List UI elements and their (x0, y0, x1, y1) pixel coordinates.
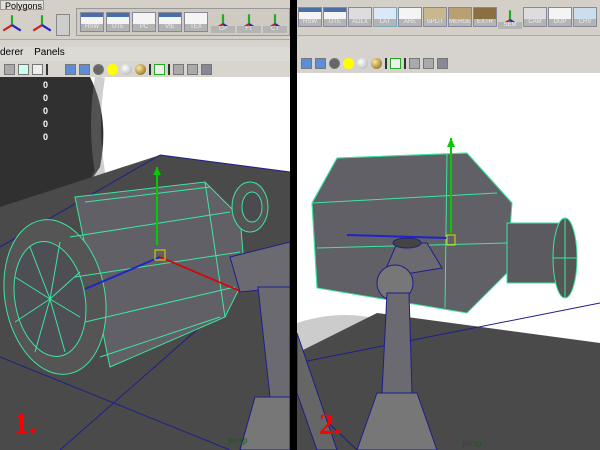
shelf-button-label: CP (211, 26, 235, 33)
shelf-button-label: CAM (524, 19, 546, 26)
wireframe-on-shaded-icon[interactable] (315, 57, 326, 69)
shelf-tab-polygons[interactable]: Polygons (0, 0, 44, 11)
blank-icon (51, 64, 62, 75)
shelf-button-label: SEM (498, 22, 522, 29)
separator (149, 63, 151, 75)
shelf-button-ute[interactable]: UTE (106, 12, 130, 32)
viewport-panel-1: Polygons HSW UTE PC VIE TEX CP FT CT der… (0, 0, 290, 450)
shelf-button-split[interactable]: SPLIT (423, 7, 447, 27)
material-icon[interactable] (371, 57, 382, 69)
texture-icon[interactable] (93, 63, 104, 75)
shelf-button-label: MERGE (449, 19, 471, 26)
viewport-3d-2[interactable]: 2. persp (297, 73, 600, 450)
separator (385, 57, 387, 69)
shelf-button-label: CT (263, 26, 287, 33)
light-icon[interactable] (343, 57, 354, 69)
shelf-button-adlx[interactable]: ADLX (348, 7, 372, 27)
shelf-button-cam[interactable]: CAM (523, 7, 547, 27)
channel-value: 0 (43, 80, 49, 90)
channel-value: 0 (43, 106, 49, 116)
camera-label: persp (462, 438, 482, 448)
shelf-button-label: UTE (324, 19, 346, 26)
separator (404, 57, 406, 69)
smooth-shade-icon[interactable] (301, 57, 312, 69)
shelf-button-label: CRV (574, 19, 596, 26)
share-icon[interactable] (437, 57, 448, 69)
menu-renderer[interactable]: derer (0, 47, 23, 58)
shelf-button-lattice[interactable]: LAT (373, 7, 397, 27)
axis-icon[interactable] (0, 12, 24, 34)
shelf-button-label: ARE (399, 19, 421, 26)
shelf-button-are[interactable]: ARE (398, 7, 422, 27)
shelf-button-label: UTE (107, 24, 129, 31)
wireframe-icon[interactable] (4, 63, 15, 75)
shelf-buttons: HSW UTE PC VIE TEX CP FT CT (76, 8, 290, 36)
shelf-button-curve[interactable]: CRV (573, 7, 597, 27)
isolate-select-icon[interactable] (390, 57, 401, 69)
texture-icon[interactable] (329, 57, 340, 69)
viewport-toolbar (297, 55, 600, 71)
xray-icon[interactable] (409, 57, 420, 69)
separator (46, 63, 48, 75)
share-icon[interactable] (201, 63, 212, 75)
shelf-button-label: FT (237, 26, 261, 33)
channel-value: 0 (43, 93, 49, 103)
shelf-button-ute[interactable]: UTE (323, 7, 347, 27)
camera-label: persp (228, 435, 248, 445)
channel-value: 0 (43, 119, 49, 129)
default-light-icon[interactable] (357, 57, 368, 69)
shelf-button-label: DUP (549, 19, 571, 26)
xray-icon[interactable] (173, 63, 184, 75)
shelf-button-merge[interactable]: MERGE (448, 7, 472, 27)
step-label: 2. (319, 408, 342, 441)
shelf-button-extrude[interactable]: EXTR (473, 7, 497, 27)
shelf-button-dup[interactable]: DUP (548, 7, 572, 27)
shelf-button-label: HSW (81, 24, 103, 31)
shelf: HSW UTE ADLX LAT ARE SPLIT MERGE EXTR SE… (297, 0, 600, 36)
shelf-button-hsw[interactable]: HSW (298, 7, 322, 27)
shelf-button-label: SPLIT (424, 19, 446, 26)
separator (168, 63, 170, 75)
xray-joints-icon[interactable] (423, 57, 434, 69)
shelf-button-tex[interactable]: TEX (184, 12, 208, 32)
isolate-select-icon[interactable] (154, 63, 165, 75)
shelf-button-label: TEX (185, 24, 207, 31)
viewport-toolbar (0, 61, 290, 77)
text-icon[interactable] (32, 63, 43, 75)
shelf-button-label: PC (133, 24, 155, 31)
axis-icon[interactable]: CT (263, 11, 287, 33)
default-light-icon[interactable] (121, 63, 132, 75)
step-label: 1. (14, 407, 37, 440)
shelf-button-hsw[interactable]: HSW (80, 12, 104, 32)
viewport-panel-2: HSW UTE ADLX LAT ARE SPLIT MERGE EXTR SE… (297, 0, 600, 450)
shelf-button-label: LAT (374, 19, 396, 26)
shelf-button-label: VIE (159, 24, 181, 31)
shelf-button-vie[interactable]: VIE (158, 12, 182, 32)
shelf-button-label: HSW (299, 19, 321, 26)
xray-joints-icon[interactable] (187, 63, 198, 75)
axis-icon[interactable] (30, 12, 54, 34)
shelf-button-pc[interactable]: PC (132, 12, 156, 32)
shelf: Polygons HSW UTE PC VIE TEX CP FT CT (0, 0, 290, 40)
wireframe-on-shaded-icon[interactable] (79, 63, 90, 75)
axis-icon[interactable]: CP (211, 11, 235, 33)
shelf-button-label: ADLX (349, 19, 371, 26)
viewport-3d-1[interactable]: 0 0 0 0 0 1. persp (0, 77, 290, 450)
components-icon[interactable] (18, 63, 29, 75)
light-icon[interactable] (107, 63, 118, 75)
shelf-button-label: EXTR (474, 19, 496, 26)
material-icon[interactable] (135, 63, 146, 75)
shelf-scroll-button[interactable] (56, 14, 70, 36)
panel-menubar: derer Panels (0, 47, 290, 61)
channel-value: 0 (43, 132, 49, 142)
axis-icon[interactable]: FT (237, 11, 261, 33)
axis-icon[interactable]: SEM (498, 7, 522, 29)
menu-panels[interactable]: Panels (34, 47, 65, 58)
smooth-shade-icon[interactable] (65, 63, 76, 75)
